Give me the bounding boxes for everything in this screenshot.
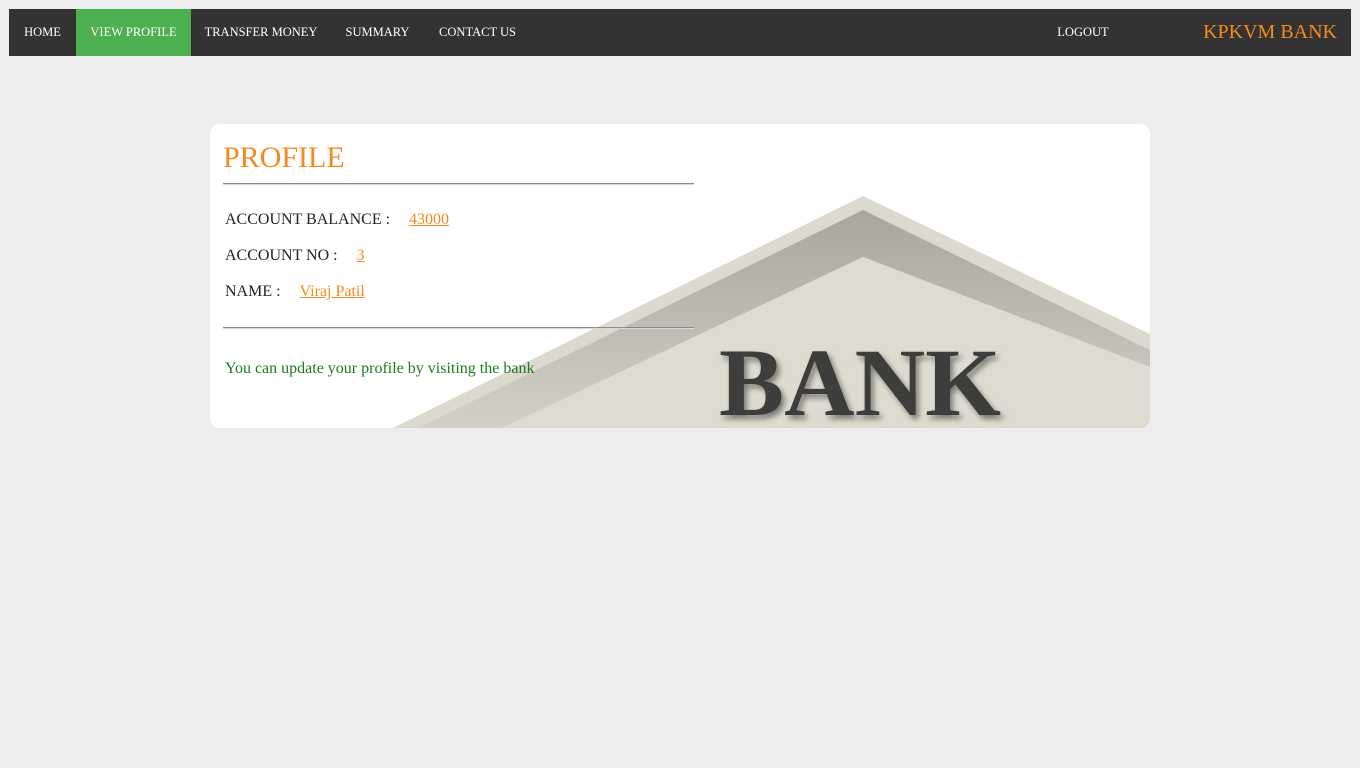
top-navbar: HOME VIEW PROFILE TRANSFER MONEY SUMMARY… — [9, 9, 1351, 56]
name-value[interactable]: Viraj Patil — [300, 283, 365, 300]
account-balance-label: ACCOUNT BALANCE : — [225, 211, 391, 228]
account-no-row: ACCOUNT NO : 3 — [225, 247, 365, 265]
account-no-label: ACCOUNT NO : — [225, 247, 338, 264]
nav-logout[interactable]: LOGOUT — [1043, 9, 1123, 56]
update-profile-note: You can update your profile by visiting … — [225, 360, 535, 377]
nav-summary[interactable]: SUMMARY — [331, 9, 424, 56]
profile-card: BANK PROFILE ACCOUNT BALANCE : 43000 ACCO… — [210, 124, 1150, 428]
name-row: NAME : Viraj Patil — [225, 283, 365, 301]
nav-contact-us[interactable]: CONTACT US — [424, 9, 531, 56]
bank-building-illustration: BANK — [393, 196, 1150, 428]
name-label: NAME : — [225, 283, 281, 300]
page-title: PROFILE — [223, 141, 345, 174]
title-divider — [223, 183, 694, 185]
account-no-value[interactable]: 3 — [357, 247, 365, 264]
account-balance-row: ACCOUNT BALANCE : 43000 — [225, 211, 449, 229]
account-balance-value[interactable]: 43000 — [409, 211, 449, 228]
nav-transfer-money[interactable]: TRANSFER MONEY — [191, 9, 331, 56]
nav-view-profile[interactable]: VIEW PROFILE — [76, 9, 191, 56]
brand-logo: KPKVM BANK — [1203, 21, 1337, 43]
details-divider — [223, 327, 694, 329]
bank-illustration-text: BANK — [719, 329, 1001, 428]
nav-home[interactable]: HOME — [9, 9, 76, 56]
